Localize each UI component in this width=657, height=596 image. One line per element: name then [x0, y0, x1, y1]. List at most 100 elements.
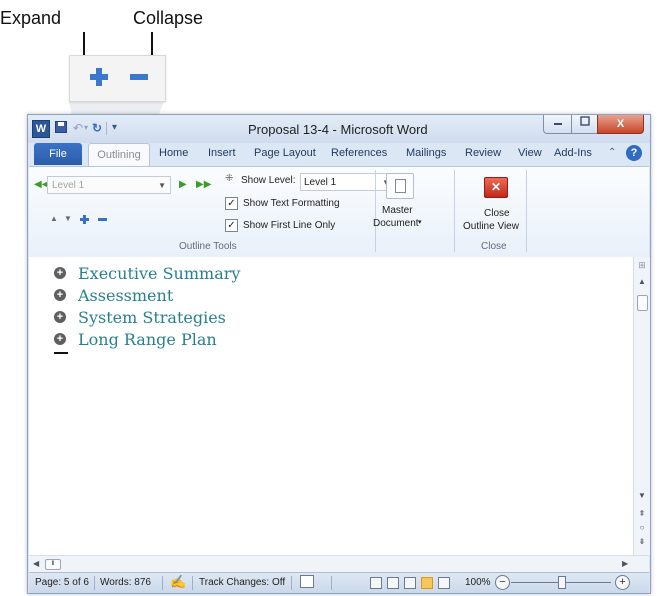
group-separator — [454, 170, 455, 252]
scroll-thumb[interactable] — [637, 295, 648, 311]
zoom-slider-thumb[interactable] — [558, 576, 566, 589]
scroll-right-icon[interactable]: ▶ — [622, 559, 628, 568]
show-text-formatting-label: Show Text Formatting — [243, 198, 340, 209]
outline-heading-text: Executive Summary — [78, 264, 241, 283]
proofing-icon[interactable]: ✍ — [170, 574, 186, 590]
customize-qat-icon[interactable]: ▾ — [112, 121, 117, 135]
show-level-icon: ⁜ — [225, 173, 234, 184]
status-separator — [331, 576, 332, 590]
expand-plus-icon[interactable]: + — [54, 267, 66, 279]
previous-page-icon[interactable]: ⇞ — [634, 509, 650, 518]
minimize-button[interactable] — [543, 115, 573, 134]
word-window: W ↶ ▾ ↻ ▾ Proposal 13-4 - Microsoft Word… — [27, 114, 651, 594]
chevron-down-icon: ▼ — [158, 181, 166, 190]
window-title: Proposal 13-4 - Microsoft Word — [248, 122, 428, 137]
ruler-toggle-icon[interactable]: ⊞ — [634, 260, 650, 271]
tab-add-ins[interactable]: Add-Ins — [554, 147, 592, 159]
tab-view[interactable]: View — [518, 147, 542, 159]
move-down-icon[interactable]: ▼ — [64, 214, 72, 223]
redo-icon[interactable]: ↻ — [92, 121, 102, 135]
outline-level-combo[interactable]: Level 1 ▼ — [47, 176, 171, 194]
expand-plus-icon[interactable]: + — [54, 311, 66, 323]
zoom-out-icon[interactable]: − — [495, 575, 510, 590]
status-separator — [192, 576, 193, 590]
outline-level-value: Level 1 — [52, 180, 85, 191]
zoom-in-icon[interactable]: + — [615, 575, 630, 590]
tab-home[interactable]: Home — [159, 147, 188, 159]
vertical-scrollbar[interactable]: ⊞ ▲ ▼ ⇞ ○ ⇟ — [633, 257, 650, 555]
outline-heading-text: Long Range Plan — [78, 330, 217, 349]
close-outline-view-label-line2[interactable]: Outline View — [463, 221, 519, 232]
zoom-level[interactable]: 100% — [465, 577, 491, 588]
outline-tools-group-label: Outline Tools — [179, 241, 237, 252]
master-document-dropdown-icon[interactable]: ▾ — [418, 218, 422, 226]
tab-references[interactable]: References — [331, 147, 387, 159]
show-first-line-only-checkbox[interactable]: ✓ — [225, 219, 238, 232]
show-level-dropdown[interactable]: Level 1 ▼ — [300, 173, 395, 191]
master-document-icon[interactable] — [386, 173, 414, 199]
scroll-down-icon[interactable]: ▼ — [634, 491, 650, 500]
word-count[interactable]: Words: 876 — [100, 577, 151, 588]
save-icon[interactable] — [55, 121, 67, 136]
draft-view-icon[interactable] — [438, 577, 450, 589]
expand-plus-icon[interactable]: + — [54, 289, 66, 301]
collapse-icon[interactable] — [98, 215, 107, 224]
web-layout-icon[interactable] — [404, 577, 416, 589]
maximize-icon — [580, 116, 590, 126]
word-app-icon[interactable]: W — [32, 120, 50, 138]
scroll-left-icon[interactable]: ◀ — [33, 559, 39, 568]
next-page-icon[interactable]: ⇟ — [634, 537, 650, 546]
scroll-up-icon[interactable]: ▲ — [634, 277, 650, 286]
minimize-ribbon-icon[interactable]: ⌃ — [608, 147, 616, 158]
tab-mailings[interactable]: Mailings — [406, 147, 446, 159]
outline-view-icon[interactable] — [421, 577, 433, 589]
tab-review[interactable]: Review — [465, 147, 501, 159]
demote-icon[interactable]: ▶ — [179, 179, 187, 190]
undo-icon[interactable]: ↶ — [73, 121, 83, 135]
show-first-line-only-label: Show First Line Only — [243, 220, 336, 231]
horizontal-scrollbar[interactable]: ◀ ⦀ ▶ — [29, 555, 649, 572]
maximize-button[interactable] — [571, 115, 599, 134]
page-count[interactable]: Page: 5 of 6 — [35, 577, 89, 588]
status-separator — [94, 576, 95, 590]
zoom-collapse-icon — [130, 74, 148, 80]
select-browse-object-icon[interactable]: ○ — [634, 523, 650, 532]
ribbon: ◀◀ ◀ Level 1 ▼ ▶ ▶▶ ▲ ▼ ⁜ Show Level: Le… — [29, 166, 649, 258]
help-icon[interactable]: ? — [626, 145, 642, 161]
tab-file[interactable]: File — [34, 143, 82, 165]
print-layout-icon[interactable] — [370, 577, 382, 589]
demote-to-body-text-icon[interactable]: ▶▶ — [196, 179, 211, 190]
close-window-button[interactable]: X — [597, 115, 644, 134]
status-separator — [162, 576, 163, 590]
master-document-label-line1[interactable]: Master — [382, 205, 413, 216]
outline-heading-text: System Strategies — [78, 308, 226, 327]
text-cursor — [54, 352, 68, 354]
expand-plus-icon[interactable]: + — [54, 333, 66, 345]
ribbon-tabs: File Outlining Home Insert Page Layout R… — [28, 143, 650, 167]
expand-icon[interactable] — [80, 215, 89, 224]
document-area[interactable]: + Executive Summary + Assessment + Syste… — [29, 257, 633, 555]
full-screen-reading-icon[interactable] — [387, 577, 399, 589]
undo-dropdown-icon[interactable]: ▾ — [84, 121, 88, 135]
move-up-icon[interactable]: ▲ — [50, 214, 58, 223]
horizontal-scroll-thumb[interactable]: ⦀ — [45, 559, 61, 570]
title-bar: W ↶ ▾ ↻ ▾ Proposal 13-4 - Microsoft Word… — [28, 115, 650, 143]
close-outline-view-label-line1[interactable]: Close — [484, 208, 510, 219]
show-level-value: Level 1 — [304, 177, 337, 188]
minimize-icon — [554, 123, 562, 125]
group-separator — [375, 170, 376, 252]
zoom-callout-box — [69, 55, 166, 102]
macro-recording-icon[interactable] — [300, 575, 314, 588]
show-text-formatting-checkbox[interactable]: ✓ — [225, 197, 238, 210]
status-bar: Page: 5 of 6 Words: 876 ✍ Track Changes:… — [29, 572, 649, 593]
tab-outlining[interactable]: Outlining — [88, 143, 150, 167]
close-outline-view-icon[interactable]: ✕ — [484, 177, 508, 198]
outline-heading-text: Assessment — [78, 286, 174, 305]
status-separator — [291, 576, 292, 590]
qat-separator — [106, 122, 107, 135]
track-changes-status[interactable]: Track Changes: Off — [199, 577, 285, 588]
tab-page-layout[interactable]: Page Layout — [254, 147, 316, 159]
group-separator — [526, 170, 527, 252]
tab-insert[interactable]: Insert — [208, 147, 236, 159]
master-document-label-line2[interactable]: Document — [373, 218, 419, 229]
